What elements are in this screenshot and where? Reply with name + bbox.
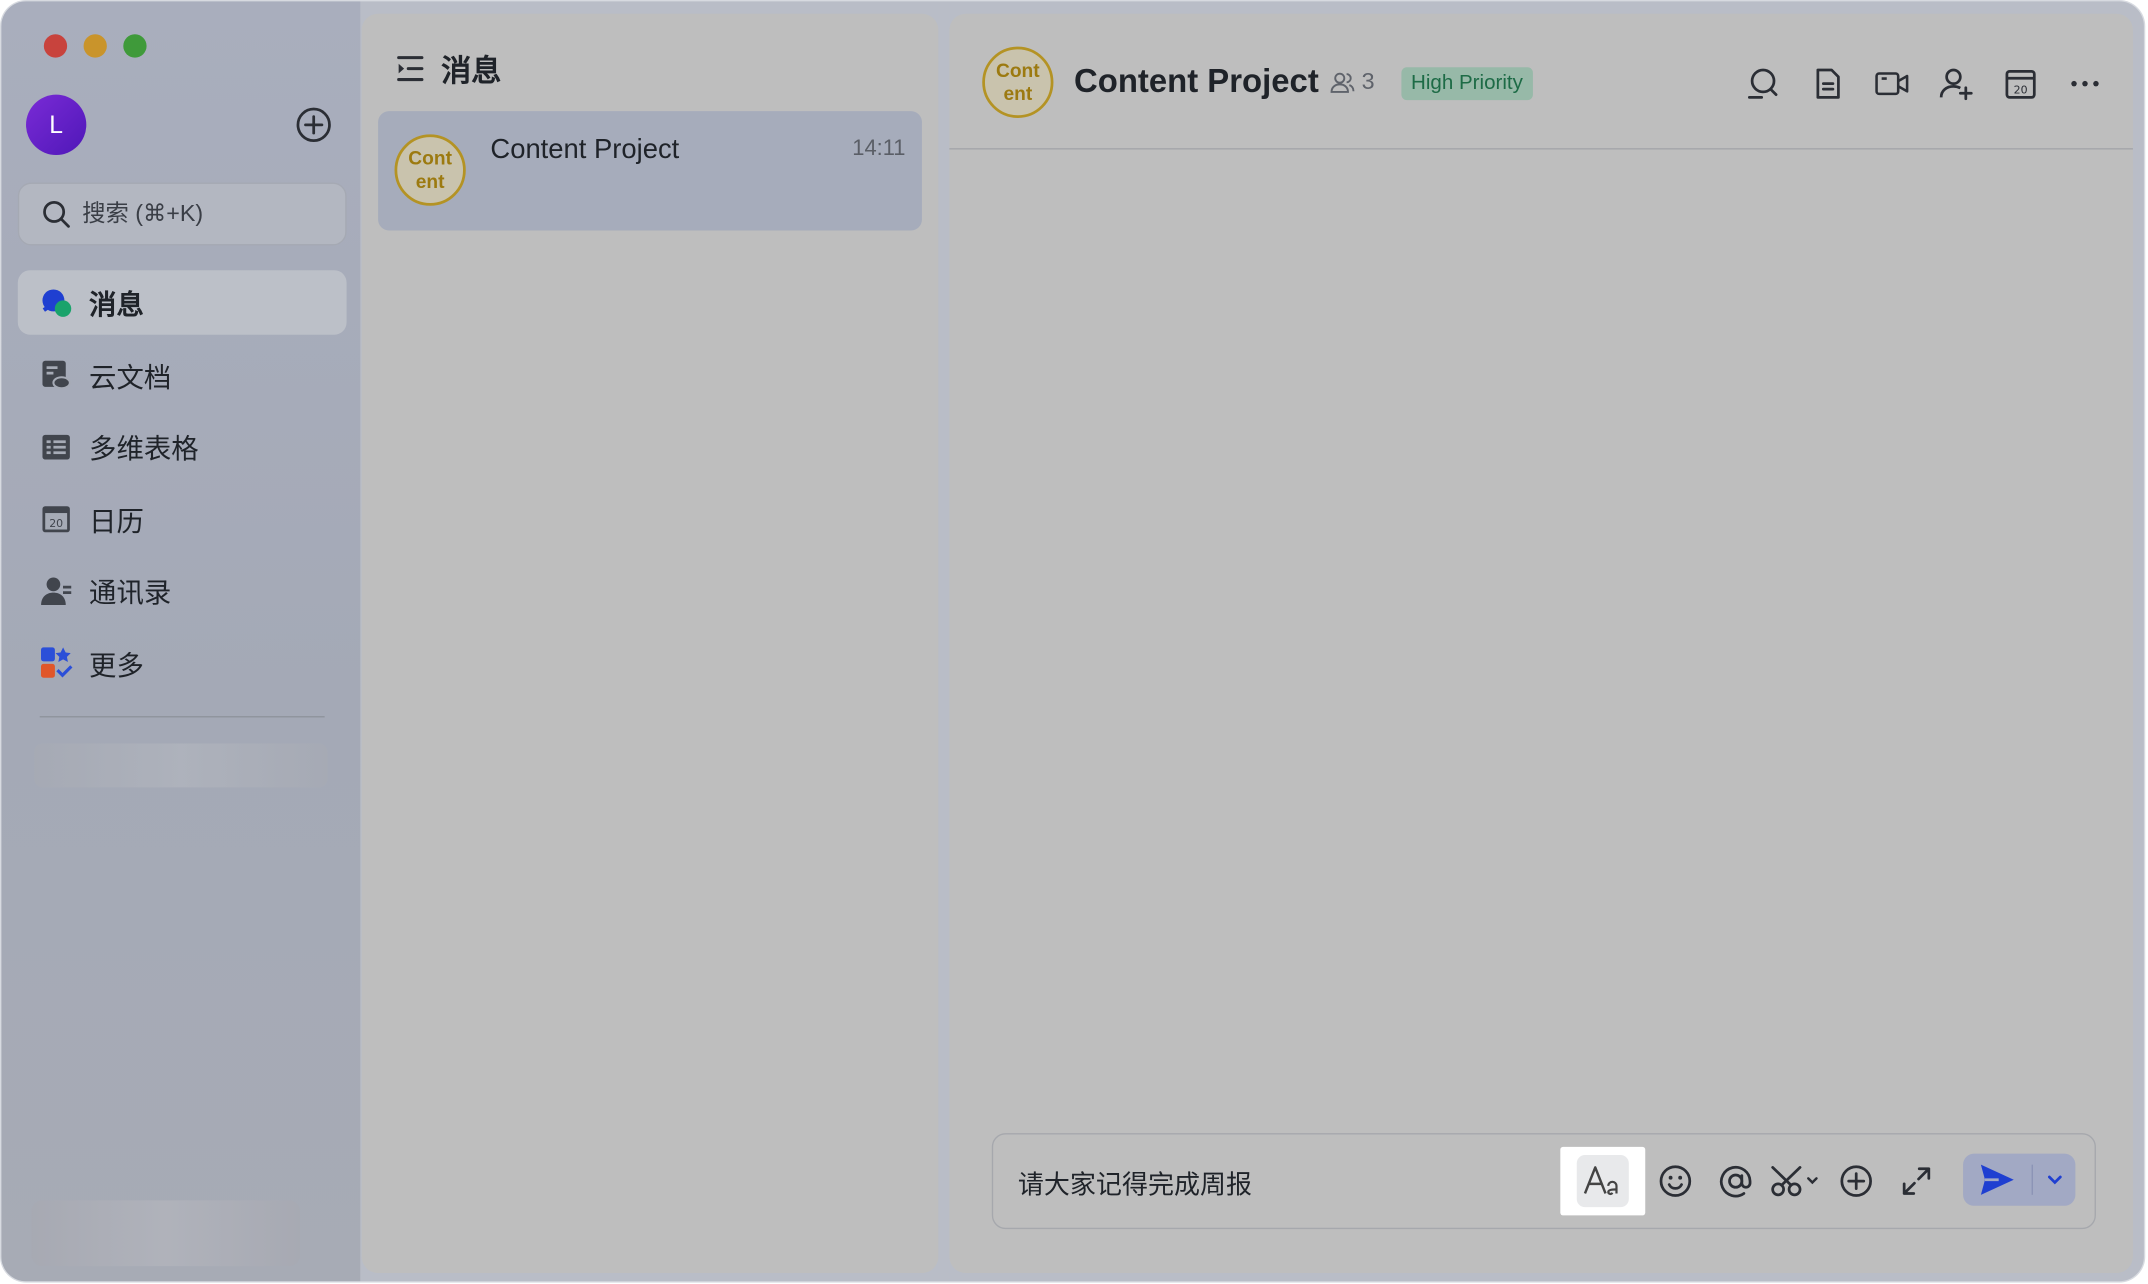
- main-nav: 消息 云文档 多维表格 20 日历 通讯录 更多: [17, 270, 347, 702]
- group-avatar-text: Cont ent: [995, 58, 1040, 105]
- sidebar-divider: [39, 716, 325, 718]
- nav-item-more[interactable]: 更多: [18, 630, 347, 694]
- conversation-panel: Cont ent Content Project 3 High Priority: [949, 13, 2133, 1274]
- send-options-button[interactable]: [2033, 1173, 2075, 1187]
- nav-item-cloud-docs[interactable]: 云文档: [18, 342, 347, 406]
- contacts-icon: [40, 574, 73, 607]
- group-avatar[interactable]: Cont ent: [982, 46, 1054, 118]
- group-avatar-text: Cont ent: [408, 146, 452, 193]
- chat-list-panel: 消息 Cont ent Content Project 14:11: [361, 13, 939, 1274]
- svg-text:20: 20: [49, 517, 63, 530]
- mention-icon: [1719, 1165, 1752, 1198]
- search-box[interactable]: [17, 182, 347, 246]
- collapse-list-icon[interactable]: [395, 54, 425, 84]
- send-button-group: [1963, 1153, 2076, 1206]
- nav-label: 更多: [89, 650, 144, 682]
- conversation-title[interactable]: Content Project: [1074, 63, 1319, 101]
- chat-list-item[interactable]: Cont ent Content Project 14:11: [378, 111, 922, 231]
- chevron-down-icon: [2047, 1175, 2062, 1185]
- send-icon: [1980, 1164, 2014, 1195]
- nav-item-base[interactable]: 多维表格: [18, 414, 347, 478]
- screenshot-scissors-icon: [1771, 1166, 1818, 1197]
- member-count[interactable]: 3: [1330, 68, 1375, 96]
- plus-circle-icon: [296, 107, 331, 142]
- close-window-button[interactable]: [43, 34, 68, 58]
- message-input[interactable]: 请大家记得完成周报: [1018, 1165, 1252, 1202]
- nav-label: 消息: [89, 290, 144, 322]
- video-call-icon[interactable]: [1874, 66, 1910, 102]
- app-window: L 消: [1, 1, 2144, 1282]
- emoji-button[interactable]: [1645, 1151, 1705, 1211]
- conversation-header: Cont ent Content Project 3 High Priority: [949, 14, 2133, 150]
- nav-item-calendar[interactable]: 20 日历: [18, 486, 347, 550]
- maximize-window-button[interactable]: [123, 34, 147, 58]
- nav-label: 多维表格: [89, 434, 199, 466]
- add-icon: [1840, 1165, 1872, 1197]
- format-text-button[interactable]: [1560, 1146, 1646, 1216]
- emoji-icon: [1659, 1165, 1692, 1197]
- more-apps-icon: [40, 646, 73, 679]
- screenshot-button[interactable]: [1766, 1151, 1826, 1211]
- chat-list-header: 消息: [395, 47, 502, 91]
- message-composer[interactable]: 请大家记得完成周报: [991, 1133, 2096, 1230]
- chat-list-title: 消息: [441, 53, 502, 88]
- add-member-icon[interactable]: [1938, 66, 1974, 102]
- sidebar: L 消: [1, 1, 361, 1282]
- group-avatar: Cont ent: [394, 134, 466, 206]
- create-button[interactable]: [295, 106, 333, 144]
- mention-button[interactable]: [1706, 1151, 1766, 1211]
- chat-name: Content Project: [490, 134, 680, 165]
- nav-item-messages[interactable]: 消息: [17, 270, 347, 335]
- search-icon: [43, 200, 70, 228]
- svg-text:20: 20: [2014, 83, 2028, 96]
- chat-time: 14:11: [852, 137, 906, 161]
- user-avatar[interactable]: L: [26, 94, 87, 156]
- calendar-icon[interactable]: 20: [2003, 66, 2039, 102]
- format-text-icon: [1576, 1155, 1629, 1208]
- expand-editor-button[interactable]: [1886, 1151, 1946, 1211]
- expand-icon: [1902, 1167, 1931, 1195]
- base-table-icon: [40, 430, 73, 463]
- priority-tag: High Priority: [1401, 67, 1533, 101]
- send-button[interactable]: [1963, 1162, 2031, 1198]
- nav-label: 通讯录: [89, 578, 172, 610]
- nav-label: 云文档: [89, 362, 172, 394]
- composer-toolbar: [1560, 1146, 1946, 1216]
- calendar-icon: 20: [40, 502, 73, 535]
- nav-item-contacts[interactable]: 通讯录: [18, 558, 347, 622]
- more-icon[interactable]: [2067, 66, 2103, 102]
- add-attachment-button[interactable]: [1826, 1151, 1886, 1211]
- cloud-docs-icon: [40, 358, 73, 391]
- header-actions: 20: [1716, 66, 2102, 102]
- user-initial: L: [49, 110, 64, 138]
- messages-icon: [40, 286, 73, 319]
- doc-icon[interactable]: [1810, 66, 1846, 102]
- minimize-window-button[interactable]: [83, 34, 107, 58]
- members-icon: [1330, 72, 1355, 93]
- blurred-item: [34, 743, 328, 788]
- search-input[interactable]: [82, 200, 329, 228]
- nav-label: 日历: [89, 506, 144, 538]
- member-count-value: 3: [1361, 68, 1375, 95]
- blurred-item: [31, 1200, 301, 1267]
- search-chat-icon[interactable]: [1745, 66, 1781, 102]
